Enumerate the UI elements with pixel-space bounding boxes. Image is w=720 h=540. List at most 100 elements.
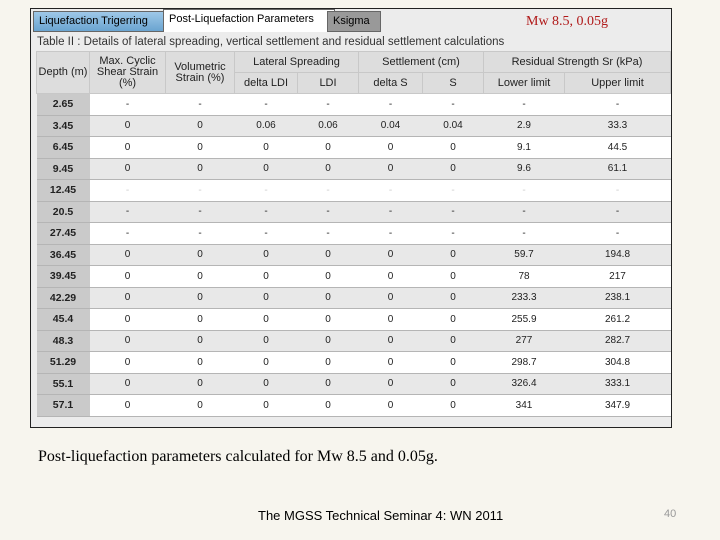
value-cell: 0 — [422, 158, 484, 180]
value-cell: 0 — [89, 373, 166, 395]
table-row: 6.45 0 0 0 0 0 0 9.1 44.5 — [36, 136, 671, 159]
header-lateral: Lateral Spreading — [234, 51, 359, 73]
results-table: Depth (m) Max. Cyclic Shear Strain (%) V… — [36, 51, 671, 417]
value-cell: - — [483, 93, 565, 116]
value-cell: 341 — [483, 394, 565, 417]
table-row: 20.5- - - - - - - - — [36, 201, 671, 223]
value-cell: - — [422, 179, 484, 202]
value-cell: 261.2 — [564, 308, 671, 331]
value-cell: 0 — [165, 330, 235, 352]
header-ldi: LDI — [297, 72, 359, 94]
value-cell: - — [89, 222, 166, 245]
value-cell: 233.3 — [483, 287, 565, 309]
value-cell: 0 — [165, 265, 235, 288]
slide-caption: Post-liquefaction parameters calculated … — [38, 448, 438, 465]
header-residual: Residual Strength Sr (kPa) — [483, 51, 671, 73]
value-cell: - — [358, 93, 423, 116]
value-cell: 194.8 — [564, 244, 671, 266]
value-cell: 0 — [165, 373, 235, 395]
value-cell: - — [422, 201, 484, 223]
value-cell: 44.5 — [564, 136, 671, 159]
value-cell: - — [234, 179, 298, 202]
footer: The MGSS Technical Seminar 4: WN 2011 — [258, 508, 504, 523]
value-cell: 0 — [234, 330, 298, 352]
value-cell: - — [234, 222, 298, 245]
table-row: 9.45 0 0 0 0 0 0 9.6 61.1 — [36, 158, 671, 180]
value-cell: 0 — [422, 373, 484, 395]
value-cell: - — [165, 93, 235, 116]
depth-cell: 48.3 — [36, 330, 90, 352]
value-cell: - — [564, 222, 671, 245]
value-cell: - — [564, 93, 671, 116]
header-settlement: Settlement (cm) — [358, 51, 484, 73]
value-cell: 0 — [234, 158, 298, 180]
depth-cell: 51.29 — [36, 351, 90, 374]
value-cell: - — [483, 222, 565, 245]
depth-cell: 6.45 — [36, 136, 90, 159]
value-cell: 0 — [358, 351, 423, 374]
value-cell: 0 — [89, 136, 166, 159]
value-cell: 0 — [165, 308, 235, 331]
value-cell: 61.1 — [564, 158, 671, 180]
value-cell: 0 — [234, 373, 298, 395]
depth-cell: 12.45 — [36, 179, 90, 202]
value-cell: 0 — [165, 158, 235, 180]
value-cell: 0 — [422, 308, 484, 331]
tab-post-liquefaction[interactable]: Post-Liquefaction Parameters — [163, 9, 335, 32]
tab-ksigma[interactable]: Ksigma — [327, 11, 381, 32]
value-cell: 304.8 — [564, 351, 671, 374]
value-cell: 0 — [297, 265, 359, 288]
depth-cell: 42.29 — [36, 287, 90, 309]
header-upper: Upper limit — [564, 72, 671, 94]
header-lower: Lower limit — [483, 72, 565, 94]
value-cell: - — [89, 201, 166, 223]
value-cell: - — [297, 222, 359, 245]
value-cell: 0 — [234, 136, 298, 159]
value-cell: 0 — [297, 287, 359, 309]
value-cell: 0 — [89, 394, 166, 417]
value-cell: 255.9 — [483, 308, 565, 331]
table-row: 57.1 0 0 0 0 0 0 341 347.9 — [36, 394, 671, 417]
header-volumetric: Volumetric Strain (%) — [165, 51, 235, 94]
value-cell: 282.7 — [564, 330, 671, 352]
value-cell: - — [89, 93, 166, 116]
value-cell: 0 — [89, 158, 166, 180]
value-cell: - — [564, 201, 671, 223]
value-cell: - — [358, 179, 423, 202]
value-cell: 78 — [483, 265, 565, 288]
value-cell: 0 — [422, 244, 484, 266]
value-cell: - — [422, 93, 484, 116]
value-cell: - — [234, 201, 298, 223]
value-cell: 217 — [564, 265, 671, 288]
header-delta-s: delta S — [358, 72, 423, 94]
value-cell: 0 — [165, 136, 235, 159]
table-row: 42.29 0 0 0 0 0 0 233.3 238.1 — [36, 287, 671, 309]
depth-cell: 2.65 — [36, 93, 90, 116]
value-cell: 0 — [358, 136, 423, 159]
header-s: S — [422, 72, 484, 94]
value-cell: 0 — [297, 158, 359, 180]
table-row: 51.29 0 0 0 0 0 0 298.7 304.8 — [36, 351, 671, 374]
value-cell: 347.9 — [564, 394, 671, 417]
value-cell: 0 — [165, 115, 235, 137]
value-cell: - — [297, 201, 359, 223]
depth-cell: 45.4 — [36, 308, 90, 331]
value-cell: 0 — [297, 136, 359, 159]
value-cell: 0 — [297, 330, 359, 352]
value-cell: 326.4 — [483, 373, 565, 395]
value-cell: 0 — [297, 308, 359, 331]
value-cell: 0 — [358, 373, 423, 395]
value-cell: 298.7 — [483, 351, 565, 374]
value-cell: 0.04 — [422, 115, 484, 137]
value-cell: 0 — [234, 351, 298, 374]
depth-cell: 3.45 — [36, 115, 90, 137]
table-row: 45.4 0 0 0 0 0 0 255.9 261.2 — [36, 308, 671, 331]
tab-liquefaction-triggering[interactable]: Liquefaction Trigerring — [33, 11, 165, 32]
value-cell: - — [89, 179, 166, 202]
value-cell: - — [564, 179, 671, 202]
table-row: 48.3 0 0 0 0 0 0 277 282.7 — [36, 330, 671, 352]
depth-cell: 36.45 — [36, 244, 90, 266]
value-cell: 0 — [89, 287, 166, 309]
table-row: 27.45- - - - - - - - — [36, 222, 671, 245]
screenshot-panel: Liquefaction Trigerring Post-Liquefactio… — [30, 8, 672, 428]
